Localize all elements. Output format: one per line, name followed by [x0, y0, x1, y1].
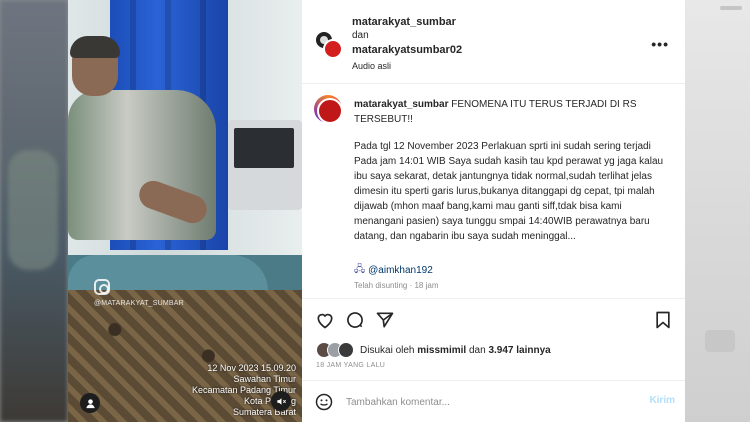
overlay-line: 12 Nov 2023 15.09.20	[207, 363, 296, 373]
post-video[interactable]: @MATARAKYAT_SUMBAR 12 Nov 2023 15.09.20 …	[68, 0, 302, 422]
comment-button[interactable]	[344, 309, 366, 331]
share-button[interactable]	[374, 309, 396, 331]
mention-text: @aimkhan192	[368, 265, 433, 276]
post-details-panel: matarakyat_sumbar dan matarakyatsumbar02…	[302, 0, 685, 422]
mute-button[interactable]	[271, 391, 291, 411]
liker-avatars	[316, 342, 356, 358]
mention-icon: 🖧	[354, 264, 366, 275]
bookmark-icon	[656, 311, 670, 329]
save-button[interactable]	[652, 309, 674, 331]
person-in-video	[68, 36, 218, 268]
action-bar	[302, 298, 685, 338]
share-icon	[376, 312, 394, 328]
collab-avatars[interactable]	[314, 30, 344, 60]
avatar[interactable]	[314, 95, 343, 124]
like-button[interactable]	[314, 309, 336, 331]
author-username[interactable]: matarakyat_sumbar	[352, 15, 462, 29]
heart-icon	[317, 313, 333, 329]
instagram-post-screen: @MATARAKYAT_SUMBAR 12 Nov 2023 15.09.20 …	[0, 0, 750, 422]
post-comment-button[interactable]: Kirim	[649, 395, 675, 406]
likes-joiner: dan	[468, 344, 486, 356]
likes-prefix: Disukai oleh	[360, 344, 415, 356]
post-timestamp: 18 JAM YANG LALU	[316, 362, 386, 369]
blurred-backdrop-right	[685, 0, 750, 422]
emoji-icon[interactable]	[314, 392, 334, 412]
comment-input[interactable]	[346, 393, 626, 411]
instagram-logo-icon	[94, 279, 110, 295]
overlay-line: Sawahan Timur	[233, 374, 296, 384]
likes-count[interactable]: 3.947 lainnya	[488, 345, 550, 356]
post-caption: matarakyat_sumbar FENOMENA ITU TERUS TER…	[302, 84, 685, 294]
caption-username[interactable]: matarakyat_sumbar	[354, 99, 449, 110]
collab-username[interactable]: matarakyatsumbar02	[352, 43, 462, 57]
audio-label[interactable]: Audio asli	[352, 59, 462, 73]
more-options-icon[interactable]: •••	[651, 36, 669, 52]
collab-joiner: dan	[352, 30, 369, 41]
video-watermark: @MATARAKYAT_SUMBAR	[94, 300, 184, 307]
comment-icon	[347, 312, 363, 328]
likes-summary: Disukai oleh missmimil dan 3.947 lainnya	[316, 342, 551, 358]
patient-monitor	[228, 120, 302, 210]
mute-icon	[276, 397, 286, 405]
blurred-backdrop-left	[0, 0, 68, 422]
comment-box: Kirim	[302, 380, 685, 422]
mention-link[interactable]: 🖧 @aimkhan192	[354, 262, 433, 279]
avatar	[323, 39, 343, 59]
tagged-users-button[interactable]	[80, 393, 100, 413]
post-header: matarakyat_sumbar dan matarakyatsumbar02…	[302, 0, 685, 84]
liker-username[interactable]: missmimil	[417, 345, 466, 356]
edited-label: Telah disunting · 18 jam	[354, 281, 439, 290]
user-tag-icon	[85, 398, 95, 408]
caption-body: Pada tgl 12 November 2023 Perlakuan sprt…	[354, 141, 664, 242]
